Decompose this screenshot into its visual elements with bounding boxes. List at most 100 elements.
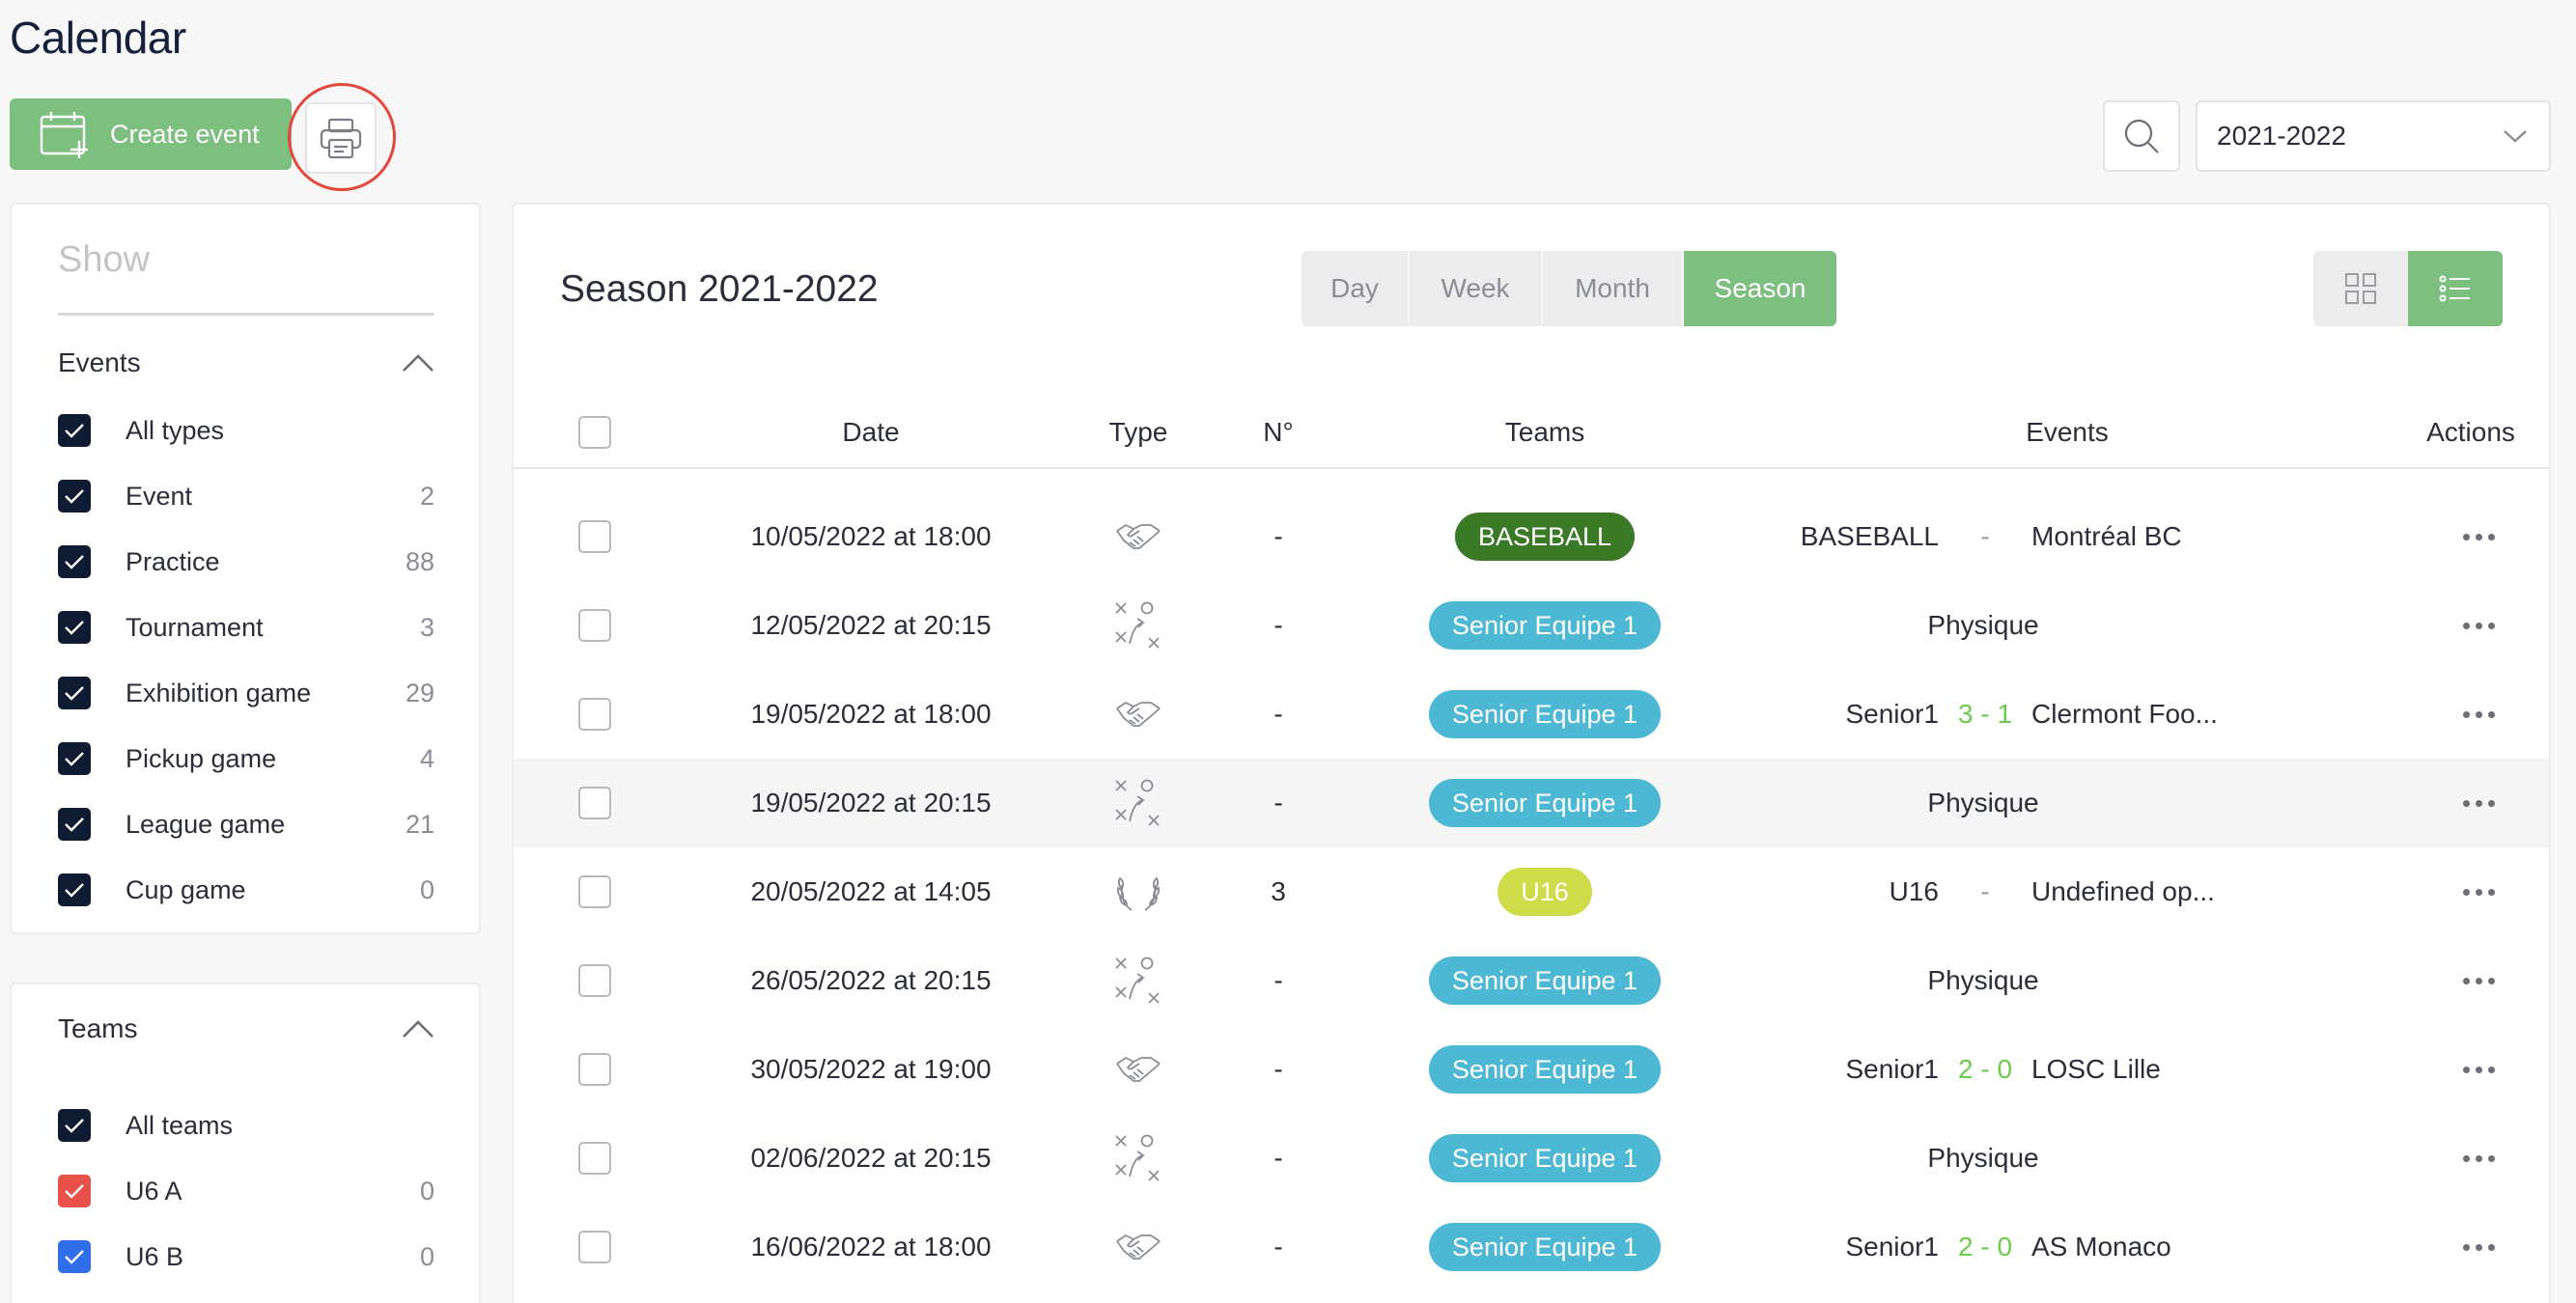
event-score: 3 - 1 (1957, 699, 2013, 729)
row-actions-button[interactable] (2445, 670, 2512, 759)
checkbox[interactable] (58, 480, 91, 513)
row-checkbox[interactable] (577, 1203, 612, 1291)
tab-month[interactable]: Month (1543, 251, 1684, 326)
column-date[interactable]: Date (755, 398, 987, 467)
table-row[interactable]: 02/06/2022 at 20:15 - Senior Equipe 1 Physi… (514, 1114, 2549, 1203)
search-button[interactable] (2103, 100, 2180, 172)
teams-heading: Teams (58, 1013, 138, 1043)
filter-label: U6 B (126, 1241, 184, 1271)
event-number: - (1274, 1054, 1283, 1084)
table-row[interactable]: 26/05/2022 at 20:15 - Senior Equipe 1 Physi… (514, 936, 2549, 1025)
filter-label: Exhibition game (126, 678, 312, 707)
event-filter-4[interactable]: Exhibition game 29 (58, 674, 434, 712)
team-filter-1[interactable]: U6 A 0 (58, 1172, 434, 1210)
more-icon (2462, 1154, 2495, 1162)
teams-section-header[interactable]: Teams (58, 1013, 434, 1044)
table-row[interactable]: 12/05/2022 at 20:15 - Senior Equipe 1 Physi… (514, 581, 2549, 670)
row-actions-button[interactable] (2445, 1114, 2512, 1203)
event-score: 2 - 0 (1957, 1232, 2013, 1261)
team-badge[interactable]: Senior Equipe 1 (1428, 690, 1662, 738)
row-actions-button[interactable] (2445, 759, 2512, 847)
column-number[interactable]: N° (1162, 398, 1394, 467)
checkbox[interactable] (58, 742, 91, 775)
row-checkbox[interactable] (577, 936, 612, 1025)
table-row[interactable]: 10/05/2022 at 18:00 - BASEBALL BASEBALL - Mon… (514, 492, 2549, 581)
table-row[interactable]: 16/06/2022 at 18:00 - Senior Equipe 1 Senio… (514, 1203, 2549, 1291)
row-actions-button[interactable] (2445, 581, 2512, 670)
table-row[interactable]: 19/05/2022 at 18:00 - Senior Equipe 1 Senio… (514, 670, 2549, 759)
chevron-down-icon (2504, 130, 2527, 143)
checkbox[interactable] (58, 414, 91, 447)
event-date: 02/06/2022 at 20:15 (750, 1143, 992, 1173)
checkbox[interactable] (58, 677, 91, 709)
checkbox[interactable] (58, 808, 91, 841)
event-filter-1[interactable]: Event 2 (58, 477, 434, 515)
grid-view-button[interactable] (2313, 251, 2408, 326)
events-heading: Events (58, 347, 141, 377)
event-filter-3[interactable]: Tournament 3 (58, 608, 434, 647)
season-select[interactable]: 2021-2022 (2196, 100, 2551, 172)
team-badge[interactable]: BASEBALL (1454, 513, 1636, 561)
row-actions-button[interactable] (2445, 1203, 2512, 1291)
filters-panel: Show Events All types Event 2 Practice 88 Tou… (10, 203, 481, 934)
checkbox[interactable] (58, 1240, 91, 1273)
team-badge[interactable]: Senior Equipe 1 (1428, 601, 1662, 650)
print-highlight-ring (288, 83, 396, 191)
table-row[interactable]: 20/05/2022 at 14:05 3 U16 U16 - Undefined op.… (514, 847, 2549, 936)
page-title: Calendar (10, 13, 186, 63)
event-filter-2[interactable]: Practice 88 (58, 542, 434, 581)
column-events[interactable]: Events (1951, 398, 2183, 467)
list-view-button[interactable] (2408, 251, 2503, 326)
row-checkbox[interactable] (577, 1114, 612, 1203)
event-opponent: AS Monaco (2031, 1232, 2171, 1261)
season-select-value: 2021-2022 (2217, 121, 2346, 151)
checkbox[interactable] (58, 545, 91, 578)
events-section-header[interactable]: Events (58, 347, 434, 378)
team-badge[interactable]: Senior Equipe 1 (1428, 956, 1662, 1005)
filter-label: Tournament (126, 612, 264, 642)
row-actions-button[interactable] (2445, 1025, 2512, 1114)
search-icon (2124, 119, 2159, 153)
table-row[interactable]: 30/05/2022 at 19:00 - Senior Equipe 1 Senio… (514, 1025, 2549, 1114)
team-badge[interactable]: Senior Equipe 1 (1428, 1045, 1662, 1094)
checkbox[interactable] (58, 1109, 91, 1142)
filter-count: 88 (405, 546, 434, 576)
table-row[interactable]: 19/05/2022 at 20:15 - Senior Equipe 1 Physi… (514, 759, 2549, 847)
team-badge[interactable]: Senior Equipe 1 (1428, 1223, 1662, 1271)
row-checkbox[interactable] (577, 670, 612, 759)
checkbox[interactable] (58, 1175, 91, 1207)
row-checkbox[interactable] (577, 1025, 612, 1114)
row-actions-button[interactable] (2445, 936, 2512, 1025)
event-filter-5[interactable]: Pickup game 4 (58, 739, 434, 778)
event-date: 19/05/2022 at 20:15 (750, 788, 992, 818)
checkbox[interactable] (58, 611, 91, 644)
event-filter-7[interactable]: Cup game 0 (58, 871, 434, 909)
row-actions-button[interactable] (2445, 847, 2512, 936)
team-filter-0[interactable]: All teams (58, 1106, 434, 1145)
tab-season[interactable]: Season (1684, 251, 1836, 326)
filter-count: 0 (419, 1176, 434, 1206)
row-checkbox[interactable] (577, 847, 612, 936)
team-badge[interactable]: U16 (1498, 868, 1592, 916)
row-checkbox[interactable] (577, 759, 612, 847)
tab-day[interactable]: Day (1302, 251, 1410, 326)
show-filter-placeholder[interactable]: Show (58, 239, 150, 281)
filter-label: U6 A (126, 1176, 182, 1206)
event-filter-0[interactable]: All types (58, 411, 434, 450)
row-checkbox[interactable] (577, 581, 612, 670)
handshake-icon (1100, 670, 1177, 759)
tab-week[interactable]: Week (1410, 251, 1543, 326)
team-badge[interactable]: Senior Equipe 1 (1428, 779, 1662, 827)
team-badge[interactable]: Senior Equipe 1 (1428, 1134, 1662, 1182)
column-actions: Actions (2426, 417, 2515, 447)
row-actions-button[interactable] (2445, 492, 2512, 581)
row-checkbox[interactable] (577, 492, 612, 581)
checkbox[interactable] (58, 873, 91, 906)
team-filter-2[interactable]: U6 B 0 (58, 1237, 434, 1276)
select-all-checkbox[interactable] (577, 398, 612, 467)
more-icon (2462, 1066, 2495, 1073)
filter-label: Cup game (126, 874, 246, 904)
event-filter-6[interactable]: League game 21 (58, 805, 434, 844)
column-teams[interactable]: Teams (1429, 398, 1661, 467)
create-event-button[interactable]: Create event (10, 98, 292, 170)
